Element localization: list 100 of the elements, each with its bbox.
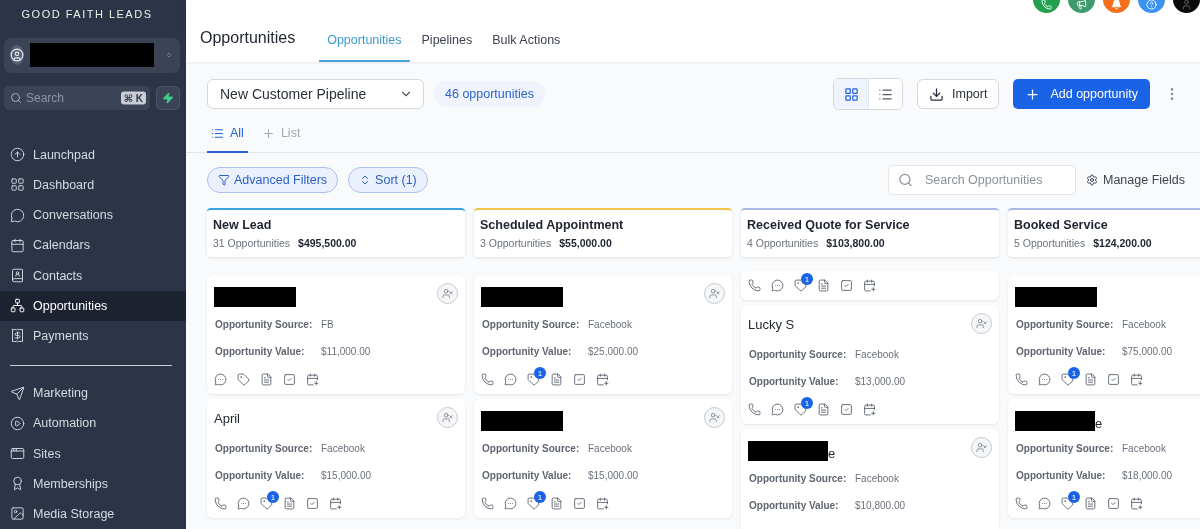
chat-bubble-icon[interactable]: [504, 497, 517, 510]
plus-icon: [261, 126, 275, 140]
nav-item[interactable]: Sites: [0, 438, 186, 469]
column-title: Scheduled Appointment: [480, 218, 625, 232]
lightning-button[interactable]: [156, 85, 180, 110]
tag-icon[interactable]: [237, 373, 250, 386]
header-tab[interactable]: Pipelines: [413, 33, 481, 62]
document-icon[interactable]: [817, 403, 830, 416]
assign-button[interactable]: [971, 437, 992, 458]
tag-icon[interactable]: [1061, 497, 1074, 510]
manage-fields-button[interactable]: Manage Fields: [1086, 173, 1185, 187]
field-value: Facebook: [1122, 443, 1166, 455]
checkbox-icon[interactable]: [840, 279, 853, 292]
assign-button[interactable]: [437, 407, 458, 428]
count-badge: 1: [1068, 491, 1080, 503]
checkbox-icon[interactable]: [840, 403, 853, 416]
checkbox-icon[interactable]: [1107, 497, 1120, 510]
chat-bubble-icon[interactable]: [1038, 497, 1051, 510]
document-icon[interactable]: [1084, 373, 1097, 386]
nav-item[interactable]: Automation: [0, 408, 186, 439]
assign-button[interactable]: [971, 313, 992, 334]
chat-bubble-icon[interactable]: [237, 497, 250, 510]
tag-icon[interactable]: [1061, 373, 1074, 386]
view-tab[interactable]: All: [207, 126, 248, 153]
chat-bubble-icon[interactable]: [214, 373, 227, 386]
checkbox-icon[interactable]: [573, 373, 586, 386]
address-book-icon: [10, 268, 25, 284]
nav-item[interactable]: Launchpad: [0, 139, 186, 170]
search-icon: [898, 172, 913, 188]
chat-bubble-icon[interactable]: [771, 403, 784, 416]
calendar-plus-icon[interactable]: [306, 373, 319, 386]
column-total: $124,200.00: [1093, 237, 1152, 249]
count-badge: 1: [801, 397, 813, 409]
nav-item[interactable]: Marketing: [0, 378, 186, 409]
tag-icon[interactable]: [260, 497, 273, 510]
account-switcher[interactable]: [4, 38, 180, 73]
nav-item[interactable]: Opportunities: [0, 290, 186, 321]
nav-item[interactable]: Payments: [0, 320, 186, 352]
document-icon[interactable]: [817, 279, 830, 292]
nav-item[interactable]: Contacts: [0, 260, 186, 291]
checkbox-icon[interactable]: [283, 373, 296, 386]
page-title: Opportunities: [200, 29, 296, 47]
assign-button[interactable]: [704, 283, 725, 304]
count-badge: 46 opportunities: [434, 81, 545, 107]
phone-icon[interactable]: [481, 373, 494, 386]
list-icon: [878, 86, 893, 102]
field-label: Opportunity Value:: [749, 376, 840, 388]
nav-item[interactable]: Memberships: [0, 468, 186, 499]
phone-icon[interactable]: [214, 497, 227, 510]
tag-icon[interactable]: [794, 403, 807, 416]
phone-icon[interactable]: [748, 279, 761, 292]
list-view-button[interactable]: [868, 79, 902, 109]
document-icon[interactable]: [550, 373, 563, 386]
phone-icon[interactable]: [1015, 373, 1028, 386]
count-badge: 1: [534, 491, 546, 503]
search-field[interactable]: Search Opportunities: [888, 165, 1076, 195]
calendar-plus-icon[interactable]: [1130, 497, 1143, 510]
assign-button[interactable]: [704, 407, 725, 428]
document-icon[interactable]: [1084, 497, 1097, 510]
nav-item[interactable]: Dashboard: [0, 169, 186, 201]
tag-icon[interactable]: [527, 373, 540, 386]
phone-icon[interactable]: [748, 403, 761, 416]
sort-button[interactable]: Sort (1): [348, 167, 428, 193]
contact-name: April: [214, 411, 240, 426]
pipeline-select[interactable]: New Customer Pipeline: [207, 79, 424, 109]
calendar-plus-icon[interactable]: [863, 279, 876, 292]
document-icon[interactable]: [550, 497, 563, 510]
header-tab[interactable]: Bulk Actions: [484, 33, 569, 62]
checkbox-icon[interactable]: [1107, 373, 1120, 386]
add-opportunity-button[interactable]: Add opportunity: [1013, 79, 1150, 109]
checkbox-icon[interactable]: [306, 497, 319, 510]
nav-item[interactable]: Conversations: [0, 200, 186, 231]
document-icon[interactable]: [260, 373, 273, 386]
phone-icon[interactable]: [1015, 497, 1028, 510]
list-icon: [211, 126, 224, 140]
grid-view-button[interactable]: [834, 79, 868, 109]
calendar-plus-icon[interactable]: [1130, 373, 1143, 386]
column-title: Received Quote for Service: [747, 218, 911, 232]
calendar-plus-icon[interactable]: [329, 497, 342, 510]
chat-bubble-icon[interactable]: [504, 373, 517, 386]
chat-bubble-icon[interactable]: [1038, 373, 1051, 386]
advanced-filters-button[interactable]: Advanced Filters: [207, 167, 339, 193]
phone-icon[interactable]: [481, 497, 494, 510]
nav-item[interactable]: Media Storage: [0, 498, 186, 529]
tag-icon[interactable]: [527, 497, 540, 510]
user-x-icon: [976, 318, 987, 329]
count-badge: 1: [534, 367, 546, 379]
import-button[interactable]: Import: [917, 79, 1000, 109]
chat-bubble-icon[interactable]: [771, 279, 784, 292]
assign-button[interactable]: [437, 283, 458, 304]
document-icon[interactable]: [283, 497, 296, 510]
field-label: Opportunity Value:: [482, 346, 573, 358]
calendar-plus-icon[interactable]: [596, 497, 609, 510]
nav-item[interactable]: Calendars: [0, 230, 186, 261]
tag-icon[interactable]: [794, 279, 807, 292]
receipt-icon: [10, 328, 25, 344]
calendar-plus-icon[interactable]: [596, 373, 609, 386]
checkbox-icon[interactable]: [573, 497, 586, 510]
window-icon: [10, 446, 25, 462]
calendar-plus-icon[interactable]: [863, 403, 876, 416]
